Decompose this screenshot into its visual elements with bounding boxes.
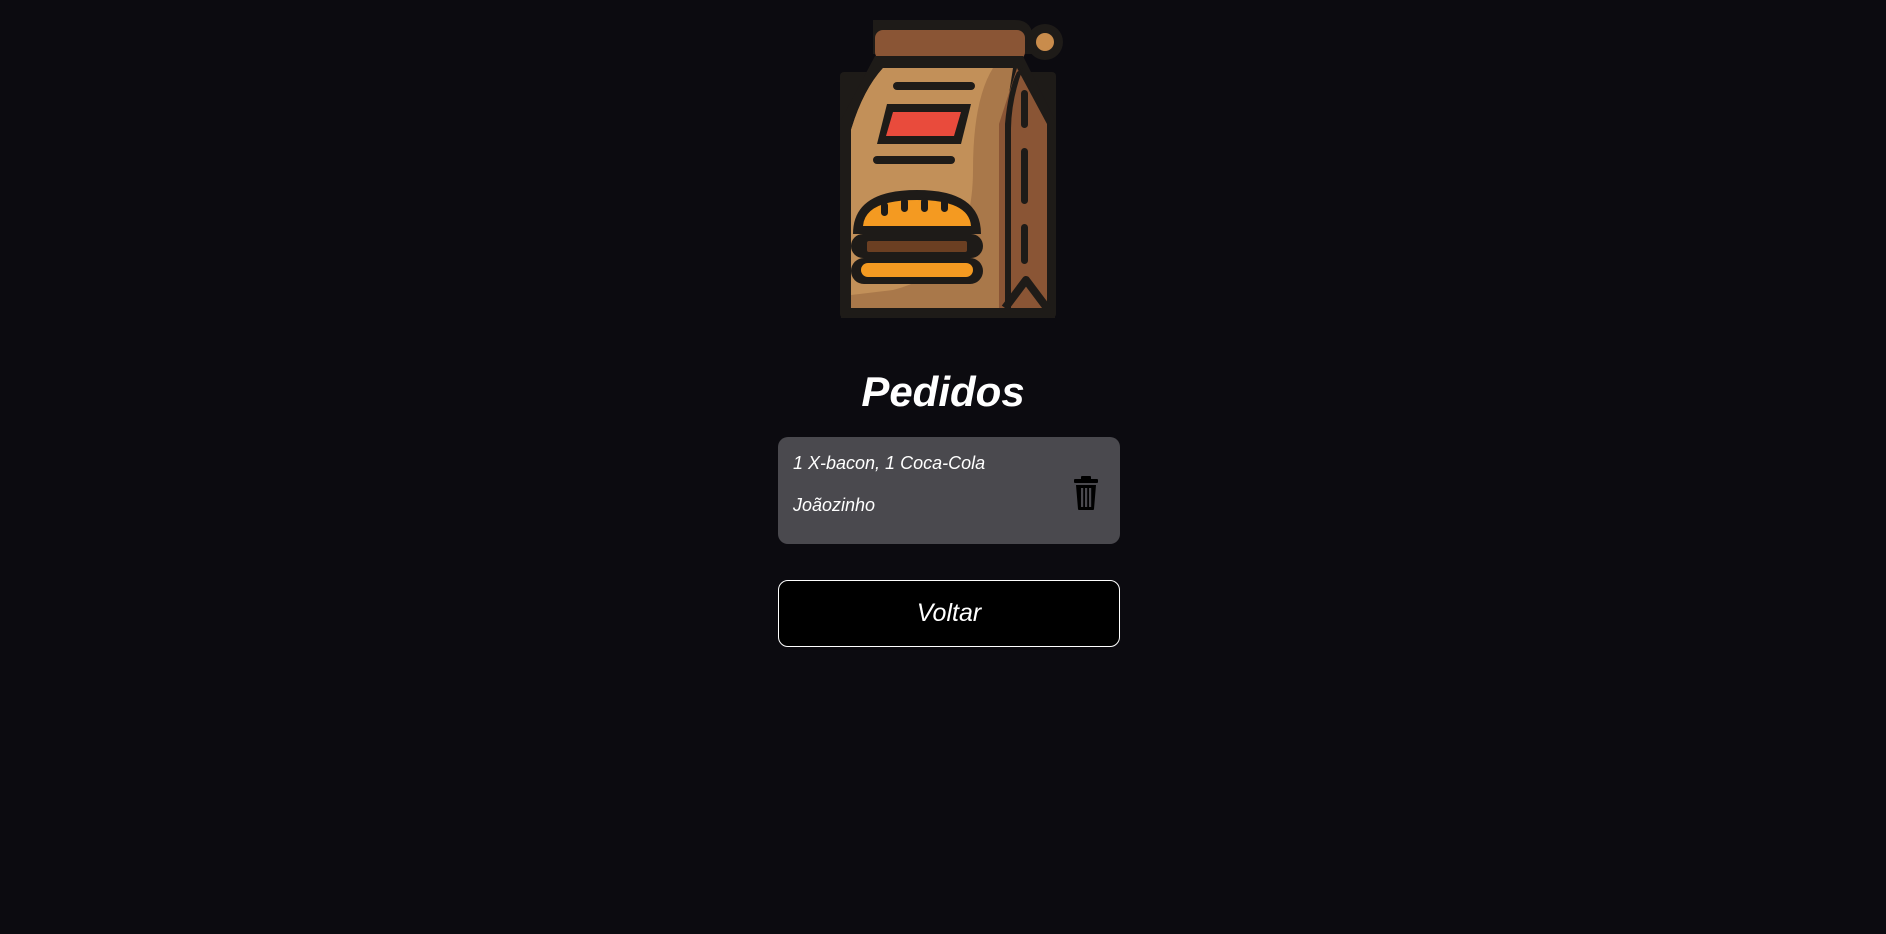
food-delivery-bag-icon — [840, 20, 1063, 318]
order-customer-name: Joãozinho — [793, 495, 876, 515]
orders-page: Pedidos 1 X-bacon, 1 Coca-Cola Joãozinho… — [0, 0, 1886, 934]
order-items-text: 1 X-bacon, 1 Coca-Cola — [793, 453, 986, 473]
back-button[interactable]: Voltar — [778, 580, 1120, 647]
order-card: 1 X-bacon, 1 Coca-Cola Joãozinho — [778, 437, 1120, 544]
delete-order-button[interactable] — [1071, 475, 1101, 511]
trash-icon — [1074, 476, 1098, 510]
page-title: Pedidos — [861, 368, 1025, 415]
